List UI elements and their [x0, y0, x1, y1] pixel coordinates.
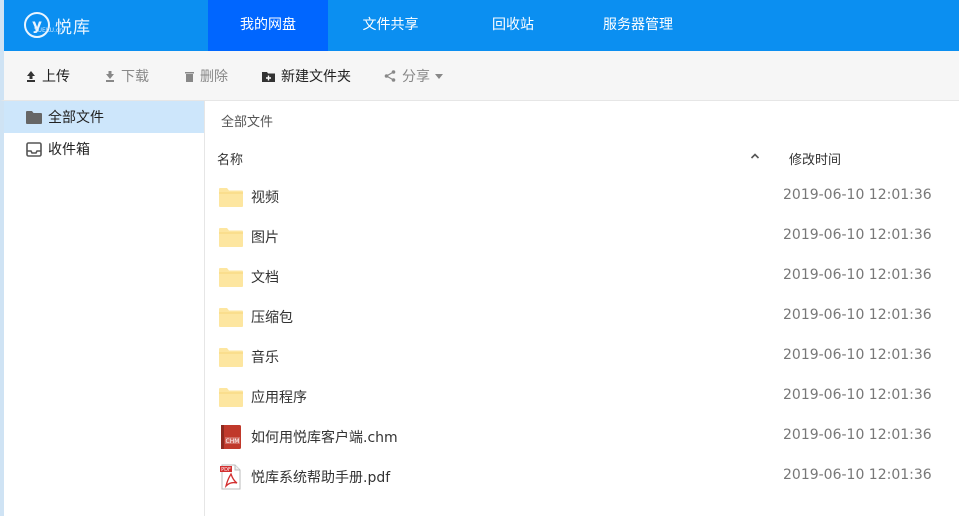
nav-my-drive[interactable]: 我的网盘: [208, 0, 328, 51]
folder-icon: [219, 188, 243, 207]
file-name: 图片: [251, 230, 279, 246]
nav-file-sharing[interactable]: 文件共享: [328, 0, 453, 51]
sidebar: 全部文件 收件箱: [0, 101, 205, 516]
folder-icon: [219, 348, 243, 367]
file-name: 压缩包: [251, 310, 293, 326]
file-list-panel: 全部文件 名称 修改时间 视频 2019-06-10 12:01:36 图片 2…: [205, 101, 959, 516]
file-modified-time: 2019-06-10 12:01:36: [783, 187, 932, 203]
file-modified-time: 2019-06-10 12:01:36: [783, 227, 932, 243]
sort-ascending-icon[interactable]: [748, 149, 762, 163]
trash-icon: [185, 71, 194, 82]
share-button[interactable]: 分享: [384, 51, 443, 101]
column-header-modified[interactable]: 修改时间: [789, 149, 841, 168]
upload-icon: [27, 70, 35, 82]
column-header-name[interactable]: 名称: [217, 149, 243, 168]
sidebar-item-label: 全部文件: [48, 110, 104, 126]
sidebar-item-all-files[interactable]: 全部文件: [4, 101, 204, 133]
file-row[interactable]: 应用程序 2019-06-10 12:01:36: [205, 376, 959, 416]
svg-text:CHM: CHM: [226, 438, 240, 445]
download-label: 下载: [121, 69, 149, 85]
file-row[interactable]: 音乐 2019-06-10 12:01:36: [205, 336, 959, 376]
download-icon: [106, 70, 114, 82]
sidebar-item-label: 收件箱: [48, 142, 90, 158]
file-row[interactable]: 文档 2019-06-10 12:01:36: [205, 256, 959, 296]
file-name: 悦库系统帮助手册.pdf: [251, 470, 391, 486]
file-modified-time: 2019-06-10 12:01:36: [783, 267, 932, 283]
file-modified-time: 2019-06-10 12:01:36: [783, 387, 932, 403]
folder-icon: [219, 228, 243, 247]
top-bar: y 悦库 YUEKU.cn 我的网盘 文件共享 回收站 服务器管理: [0, 0, 959, 51]
file-row[interactable]: CHM 如何用悦库客户端.chm 2019-06-10 12:01:36: [205, 416, 959, 456]
file-name: 如何用悦库客户端.chm: [251, 430, 398, 446]
folder-icon: [26, 110, 42, 124]
file-rows: 视频 2019-06-10 12:01:36 图片 2019-06-10 12:…: [205, 176, 959, 496]
file-name: 视频: [251, 190, 279, 206]
folder-icon: [219, 268, 243, 287]
file-name: 应用程序: [251, 390, 307, 406]
main-nav: 我的网盘 文件共享 回收站 服务器管理: [208, 0, 703, 51]
file-modified-time: 2019-06-10 12:01:36: [783, 467, 932, 483]
upload-label: 上传: [42, 69, 70, 85]
breadcrumb[interactable]: 全部文件: [221, 111, 273, 130]
delete-button[interactable]: 删除: [185, 51, 228, 101]
nav-recycle-bin[interactable]: 回收站: [453, 0, 573, 51]
file-row[interactable]: 压缩包 2019-06-10 12:01:36: [205, 296, 959, 336]
delete-label: 删除: [200, 69, 228, 85]
logo[interactable]: y 悦库: [24, 9, 91, 41]
new-folder-icon: [262, 71, 275, 82]
file-row[interactable]: 视频 2019-06-10 12:01:36: [205, 176, 959, 216]
file-name: 音乐: [251, 350, 279, 366]
caret-down-icon: [435, 73, 443, 79]
new-folder-button[interactable]: 新建文件夹: [262, 51, 351, 101]
chm-file-icon: CHM: [221, 425, 241, 449]
download-button[interactable]: 下载: [105, 51, 149, 101]
new-folder-label: 新建文件夹: [281, 69, 351, 85]
file-name: 文档: [251, 270, 279, 286]
file-modified-time: 2019-06-10 12:01:36: [783, 427, 932, 443]
inbox-icon: [26, 141, 42, 157]
logo-subtext: YUEKU.cn: [34, 27, 64, 34]
file-modified-time: 2019-06-10 12:01:36: [783, 307, 932, 323]
upload-button[interactable]: 上传: [26, 51, 70, 101]
file-modified-time: 2019-06-10 12:01:36: [783, 347, 932, 363]
folder-icon: [219, 308, 243, 327]
nav-server-management[interactable]: 服务器管理: [573, 0, 703, 51]
share-label: 分享: [402, 69, 430, 85]
share-icon: [384, 70, 396, 82]
folder-icon: [219, 388, 243, 407]
toolbar: 上传 下载 删除 新建文件夹 分享: [0, 51, 959, 101]
pdf-file-icon: PDF: [220, 464, 241, 490]
logo-mark-icon: y: [24, 12, 50, 38]
sidebar-item-inbox[interactable]: 收件箱: [4, 133, 204, 165]
file-row[interactable]: PDF 悦库系统帮助手册.pdf 2019-06-10 12:01:36: [205, 456, 959, 496]
svg-text:PDF: PDF: [221, 467, 231, 473]
file-row[interactable]: 图片 2019-06-10 12:01:36: [205, 216, 959, 256]
